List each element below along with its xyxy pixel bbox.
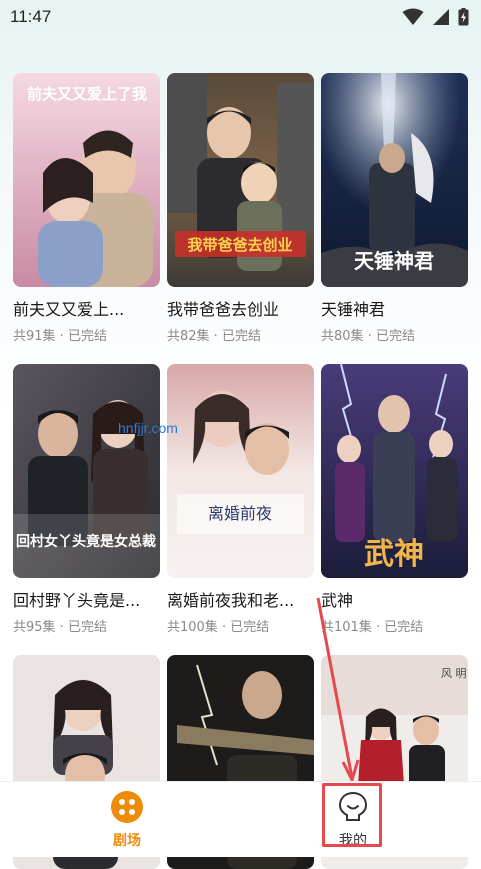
drama-title: 前夫又又爱上... [13,300,125,319]
theater-icon [111,791,143,823]
poster-image: 武神 [321,364,468,578]
drama-card[interactable]: 前夫又又爱上了我 前夫又又爱上... 共91集 · 已完结 [13,73,160,344]
bottom-tab-bar: 剧场 我的 [0,781,481,857]
drama-poster: 回村女丫头竟是女总裁 [13,364,160,578]
tab-theater[interactable]: 剧场 [92,790,162,852]
poster-title-text: 我带爸爸去创业 [187,236,292,254]
drama-card[interactable]: 我带爸爸去创业 我带爸爸去创业 共82集 · 已完结 [167,73,314,344]
poster-image: 前夫又又爱上了我 [13,73,160,287]
profile-icon [338,791,368,821]
signal-icon [433,9,449,25]
drama-poster: 天锤神君 [321,73,468,287]
battery-icon [458,8,469,26]
tab-profile-label: 我的 [339,833,367,849]
drama-title: 回村野丫头竟是... [13,591,141,610]
drama-title: 我带爸爸去创业 [167,300,280,319]
drama-episode-info: 共95集 · 已完结 [13,620,107,635]
wifi-icon [402,8,424,25]
drama-episode-info: 共100集 · 已完结 [167,620,270,635]
drama-card[interactable]: 离婚前夜 离婚前夜我和老... 共100集 · 已完结 [167,364,314,635]
drama-title: 天锤神君 [321,300,386,319]
drama-poster: 武神 [321,364,468,578]
poster-title-text: 风 明 睡 [441,667,468,680]
drama-card[interactable]: 武神 武神 共101集 · 已完结 [321,364,468,635]
drama-poster: 我带爸爸去创业 [167,73,314,287]
poster-title-text: 离婚前夜 [208,504,272,523]
drama-card[interactable]: 回村女丫头竟是女总裁 回村野丫头竟是... 共95集 · 已完结 [13,364,160,635]
poster-image: 离婚前夜 [167,364,314,578]
watermark-text: hnfjjr.com [118,420,178,436]
drama-poster: 离婚前夜 [167,364,314,578]
tab-profile[interactable]: 我的 [318,790,388,852]
poster-image: 我带爸爸去创业 [167,73,314,287]
drama-episode-info: 共91集 · 已完结 [13,329,107,344]
poster-title-text: 回村女丫头竟是女总裁 [16,533,156,550]
drama-episode-info: 共101集 · 已完结 [321,620,424,635]
status-time: 11:47 [10,7,52,26]
poster-title-text: 天锤神君 [354,249,434,273]
poster-title-text: 前夫又又爱上了我 [27,85,147,103]
system-icons [402,8,469,26]
tab-theater-label: 剧场 [113,833,141,849]
drama-episode-info: 共82集 · 已完结 [167,329,261,344]
drama-title: 武神 [321,591,354,610]
drama-card[interactable]: 天锤神君 天锤神君 共80集 · 已完结 [321,73,468,344]
poster-image: 回村女丫头竟是女总裁 [13,364,160,578]
poster-title-text: 武神 [364,537,424,572]
drama-episode-info: 共80集 · 已完结 [321,329,415,344]
status-bar: 11:47 [0,0,481,34]
drama-grid: 前夫又又爱上了我 前夫又又爱上... 共91集 · 已完结 我带爸爸去创业 我带… [13,73,468,869]
poster-image: 天锤神君 [321,73,468,287]
drama-title: 离婚前夜我和老... [167,591,295,610]
drama-poster: 前夫又又爱上了我 [13,73,160,287]
